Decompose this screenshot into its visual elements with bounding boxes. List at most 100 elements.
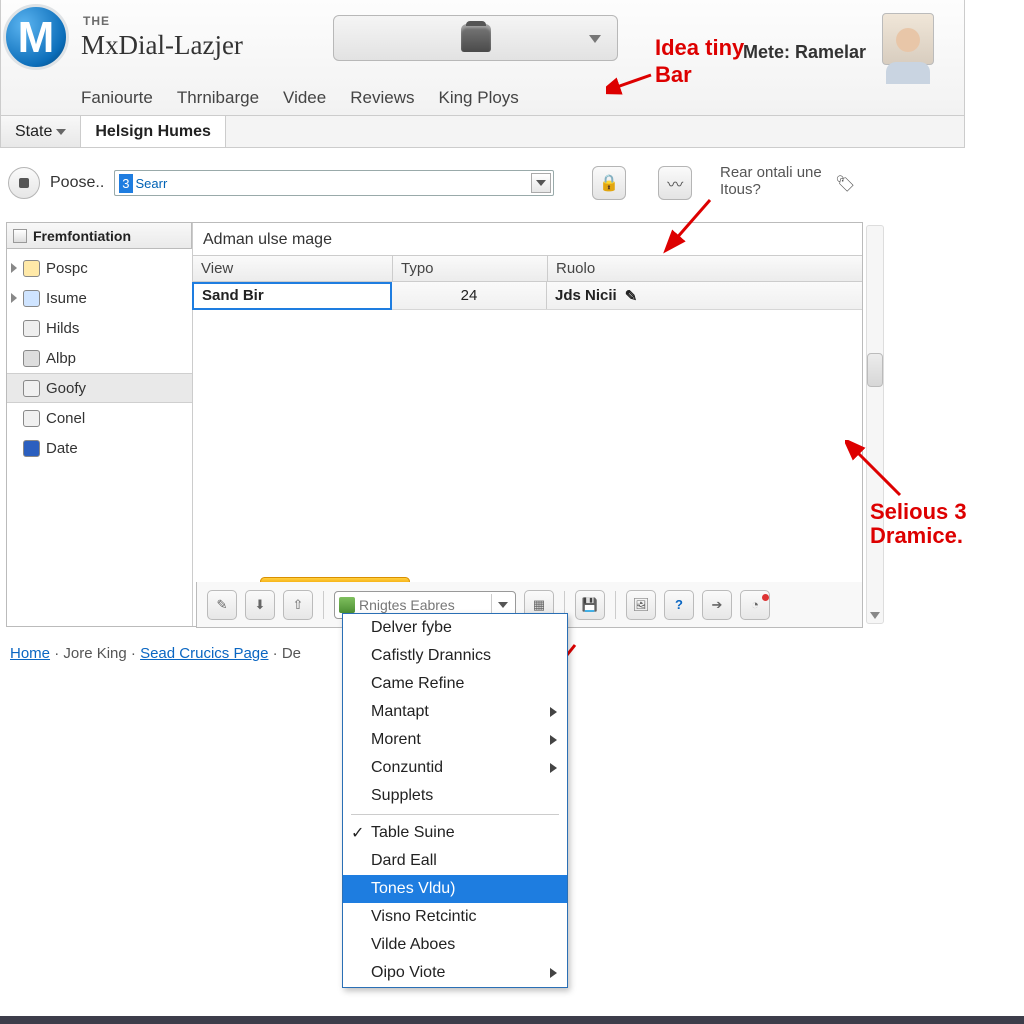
sidebar-item[interactable]: Goofy: [7, 373, 192, 403]
menu-item[interactable]: Delver fybe: [343, 614, 567, 642]
crumb-tail: De: [282, 645, 301, 662]
edit-button[interactable]: ✎: [207, 590, 237, 620]
sidebar-header[interactable]: Fremfontiation: [7, 223, 192, 249]
main-panel: Fremfontiation Pospc Isume Hilds Albp Go…: [6, 222, 863, 627]
menu-item[interactable]: ✓ Table Suine: [343, 819, 567, 847]
menu-item[interactable]: Visno Retcintic: [343, 903, 567, 931]
tab-label: Helsign Humes: [95, 123, 211, 141]
disk-button[interactable]: 💾: [575, 590, 605, 620]
sidebar-title: Fremfontiation: [33, 228, 131, 244]
context-menu: Delver fybe Cafistly Drannics Came Refin…: [342, 613, 568, 988]
tab-strip: State Helsign Humes: [0, 116, 965, 148]
menu-label: Delver fybe: [371, 619, 452, 637]
crumb-mid: Jore King: [63, 645, 126, 662]
pencil-icon: ✎: [217, 597, 228, 613]
sidebar-item[interactable]: Albp: [7, 343, 192, 373]
calendar-icon: [23, 440, 40, 457]
nav-item[interactable]: Thrnibarge: [177, 88, 259, 108]
menu-item[interactable]: Vilde Aboes: [343, 931, 567, 959]
cell-ruolo: Jds Nicii✎: [547, 282, 862, 309]
tab-helsign[interactable]: Helsign Humes: [81, 116, 226, 147]
submenu-icon: [550, 735, 557, 745]
clock-icon: ◔: [751, 597, 759, 612]
doc-icon: [23, 290, 40, 307]
stop-icon: [19, 178, 29, 188]
sidebar-item[interactable]: Hilds: [7, 313, 192, 343]
sidebar-item[interactable]: Conel: [7, 403, 192, 433]
menu-label: Cafistly Drannics: [371, 647, 491, 665]
page-icon: [23, 320, 40, 337]
expand-icon: [11, 293, 17, 303]
record-button[interactable]: ◔: [740, 590, 770, 620]
menu-label: Table Suine: [371, 824, 455, 842]
scrollbar-thumb[interactable]: [867, 353, 883, 387]
search-combo[interactable]: 3 Searr: [114, 170, 554, 196]
info-button[interactable]: ?: [664, 590, 694, 620]
user-block[interactable]: Clhaciul: [865, 13, 950, 84]
tab-state[interactable]: State: [1, 116, 81, 147]
menu-label: Dard Eall: [371, 852, 437, 870]
trash-icon: [23, 350, 40, 367]
cell-typo: 24: [392, 282, 547, 309]
cell-view[interactable]: Sand Bir: [192, 282, 392, 310]
table-row[interactable]: Sand Bir 24 Jds Nicii✎: [193, 282, 862, 310]
menu-item[interactable]: Dard Eall: [343, 847, 567, 875]
menu-item[interactable]: Supplets: [343, 782, 567, 810]
separator: [323, 591, 324, 619]
lock-icon: 🔒: [599, 173, 619, 193]
stop-button[interactable]: [8, 167, 40, 199]
combo-label: Rnigtes Eabres: [359, 597, 455, 613]
crumb-home[interactable]: Home: [10, 645, 50, 662]
scrollbar-track[interactable]: [866, 225, 884, 624]
menu-item[interactable]: Morent: [343, 726, 567, 754]
menu-separator: [351, 814, 559, 815]
nav-item[interactable]: King Ploys: [438, 88, 518, 108]
disk-icon: 💾: [582, 597, 598, 613]
upload-button[interactable]: ⇧: [283, 590, 313, 620]
col-view[interactable]: View: [193, 256, 393, 281]
crumb-sep: ·: [131, 645, 140, 662]
search-dropdown-button[interactable]: [531, 173, 551, 193]
next-button[interactable]: ➔: [702, 590, 732, 620]
menu-item[interactable]: Conzuntid: [343, 754, 567, 782]
menu-label: Morent: [371, 731, 421, 749]
lock-button[interactable]: 🔒: [592, 166, 626, 200]
upload-icon: ⇧: [293, 597, 304, 613]
check-icon: ✓: [351, 823, 364, 843]
sidebar-item[interactable]: Isume: [7, 283, 192, 313]
sidebar-item[interactable]: Pospc: [7, 253, 192, 283]
helmet-icon: [461, 24, 491, 52]
menu-item[interactable]: Mantapt: [343, 698, 567, 726]
menu-label: Vilde Aboes: [371, 936, 455, 954]
menu-item[interactable]: Came Refine: [343, 670, 567, 698]
menu-item[interactable]: Tones Vldu): [343, 875, 567, 903]
menu-item[interactable]: Oipo Viote: [343, 959, 567, 987]
wave-button[interactable]: 〰: [658, 166, 692, 200]
nav-item[interactable]: Videe: [283, 88, 326, 108]
menu-item[interactable]: Cafistly Drannics: [343, 642, 567, 670]
crumb-link[interactable]: Sead Crucics Page: [140, 645, 268, 662]
col-ruolo[interactable]: Ruolo: [548, 256, 862, 281]
submenu-icon: [550, 968, 557, 978]
menu-label: Tones Vldu): [371, 880, 456, 898]
col-typo[interactable]: Typo: [393, 256, 548, 281]
crumb-sep: ·: [273, 645, 282, 662]
breadcrumb: Home · Jore King · Sead Crucics Page · D…: [10, 645, 301, 662]
sidebar-item-label: Conel: [46, 410, 85, 427]
tag-icon[interactable]: 🏷: [835, 174, 855, 194]
scroll-down-icon[interactable]: [868, 608, 882, 622]
menu-label: Mantapt: [371, 703, 429, 721]
nav-item[interactable]: Reviews: [350, 88, 414, 108]
save-button[interactable]: ⬇: [245, 590, 275, 620]
submenu-icon: [550, 707, 557, 717]
sidebar-item[interactable]: Date: [7, 433, 192, 463]
chevron-down-icon: [589, 35, 601, 43]
sidebar: Fremfontiation Pospc Isume Hilds Albp Go…: [7, 223, 193, 626]
record-dot-icon: [762, 594, 769, 601]
picture-button[interactable]: 🖼: [626, 590, 656, 620]
sidebar-list: Pospc Isume Hilds Albp Goofy Conel Date: [7, 249, 192, 467]
sidebar-item-label: Isume: [46, 290, 87, 307]
folder-icon: [23, 260, 40, 277]
center-dropdown-button[interactable]: [333, 15, 618, 61]
nav-item[interactable]: Faniourte: [81, 88, 153, 108]
